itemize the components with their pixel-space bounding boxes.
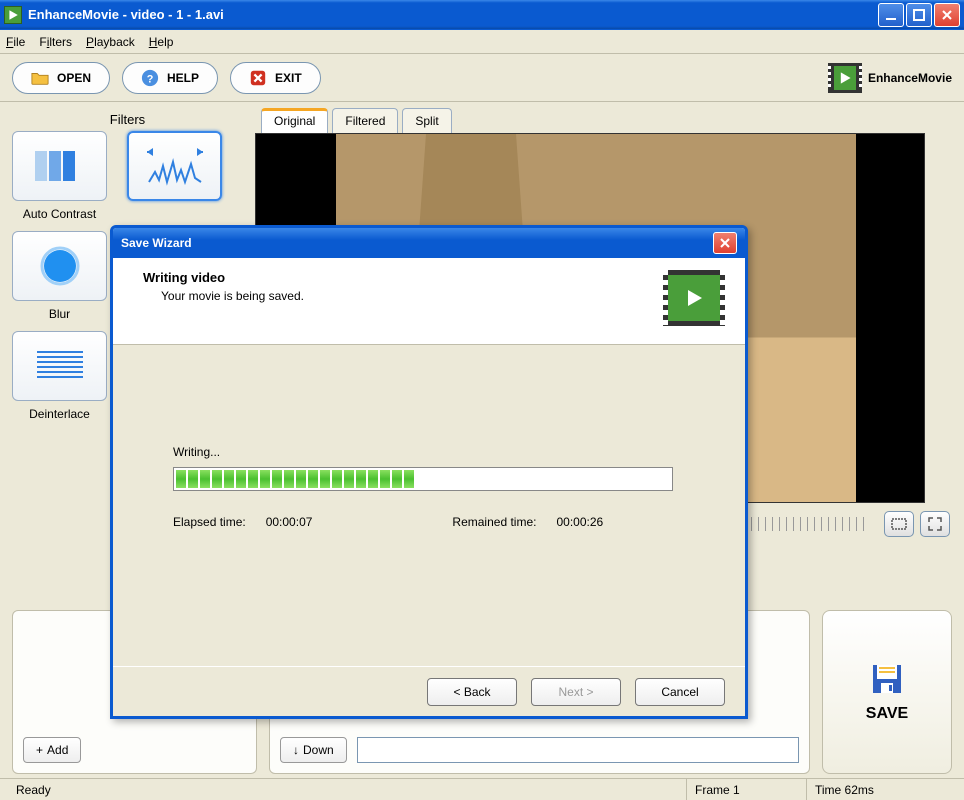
dialog-body: Writing... Elapsed time: 00:00:07 Remaine… <box>113 345 745 666</box>
minimize-button[interactable] <box>878 3 904 27</box>
open-label: OPEN <box>57 71 91 85</box>
save-button[interactable]: SAVE <box>822 610 952 774</box>
dialog-footer: < Back Next > Cancel <box>113 666 745 716</box>
filter-label: Auto Contrast <box>23 207 96 221</box>
auto-contrast-icon <box>35 146 85 186</box>
dialog-header: Writing video Your movie is being saved. <box>113 258 745 345</box>
remained-value: 00:00:26 <box>556 515 603 529</box>
brand-label: EnhanceMovie <box>868 71 952 85</box>
menubar: File Filters Playback Help <box>0 30 964 54</box>
save-icon <box>869 661 905 697</box>
film-icon <box>663 270 725 326</box>
progress-bar <box>173 467 673 491</box>
close-button[interactable] <box>934 3 960 27</box>
filter-deinterlace[interactable] <box>12 331 107 401</box>
blur-icon <box>35 246 85 286</box>
exit-button[interactable]: EXIT <box>230 62 321 94</box>
titlebar: EnhanceMovie - video - 1 - 1.avi <box>0 0 964 30</box>
dialog-titlebar: Save Wizard <box>113 228 745 258</box>
maximize-button[interactable] <box>906 3 932 27</box>
folder-icon <box>31 69 49 87</box>
help-label: HELP <box>167 71 199 85</box>
back-button[interactable]: < Back <box>427 678 517 706</box>
status-frame: Frame 1 <box>686 779 806 800</box>
down-arrow-icon: ↓ <box>293 743 299 757</box>
cancel-button[interactable]: Cancel <box>635 678 725 706</box>
menu-help[interactable]: Help <box>149 35 174 49</box>
filter-label: Blur <box>49 307 70 321</box>
crop-icon <box>891 518 907 530</box>
fullscreen-icon <box>928 517 942 531</box>
deinterlace-icon <box>33 348 87 384</box>
next-button[interactable]: Next > <box>531 678 621 706</box>
window-title: EnhanceMovie - video - 1 - 1.avi <box>28 7 878 22</box>
down-button[interactable]: ↓ Down <box>280 737 347 763</box>
filter-histogram[interactable] <box>127 131 222 201</box>
help-button[interactable]: ? HELP <box>122 62 218 94</box>
tab-filtered[interactable]: Filtered <box>332 108 398 133</box>
close-icon <box>719 237 731 249</box>
status-ready: Ready <box>8 779 686 800</box>
help-icon: ? <box>141 69 159 87</box>
dialog-close-button[interactable] <box>713 232 737 254</box>
exit-label: EXIT <box>275 71 302 85</box>
brand: EnhanceMovie <box>828 63 952 93</box>
filter-label: Deinterlace <box>29 407 90 421</box>
menu-file[interactable]: File <box>6 35 25 49</box>
statusbar: Ready Frame 1 Time 62ms <box>0 778 964 800</box>
fullscreen-button[interactable] <box>920 511 950 537</box>
settings-input[interactable] <box>357 737 799 763</box>
filters-header: Filters <box>12 108 243 131</box>
menu-filters[interactable]: Filters <box>39 35 72 49</box>
dialog-title: Save Wizard <box>121 236 713 250</box>
remained-label: Remained time: <box>452 515 536 529</box>
tab-original[interactable]: Original <box>261 108 328 133</box>
down-label: Down <box>303 743 334 757</box>
open-button[interactable]: OPEN <box>12 62 110 94</box>
toolbar: OPEN ? HELP EXIT EnhanceMovie <box>0 54 964 102</box>
app-icon <box>4 6 22 24</box>
elapsed-value: 00:00:07 <box>266 515 313 529</box>
save-wizard-dialog: Save Wizard Writing video Your movie is … <box>110 225 748 719</box>
writing-label: Writing... <box>173 445 685 459</box>
add-button[interactable]: + Add <box>23 737 81 763</box>
dialog-heading: Writing video <box>143 270 663 285</box>
exit-icon <box>249 69 267 87</box>
tab-split[interactable]: Split <box>402 108 451 133</box>
svg-text:?: ? <box>147 73 154 85</box>
brand-icon <box>828 63 862 93</box>
add-label: Add <box>47 743 68 757</box>
status-time: Time 62ms <box>806 779 956 800</box>
elapsed-label: Elapsed time: <box>173 515 246 529</box>
histogram-icon <box>145 144 205 188</box>
save-label: SAVE <box>866 705 908 723</box>
crop-button[interactable] <box>884 511 914 537</box>
dialog-subheading: Your movie is being saved. <box>143 289 663 303</box>
plus-icon: + <box>36 743 43 757</box>
filter-blur[interactable] <box>12 231 107 301</box>
filter-auto-contrast[interactable] <box>12 131 107 201</box>
menu-playback[interactable]: Playback <box>86 35 135 49</box>
